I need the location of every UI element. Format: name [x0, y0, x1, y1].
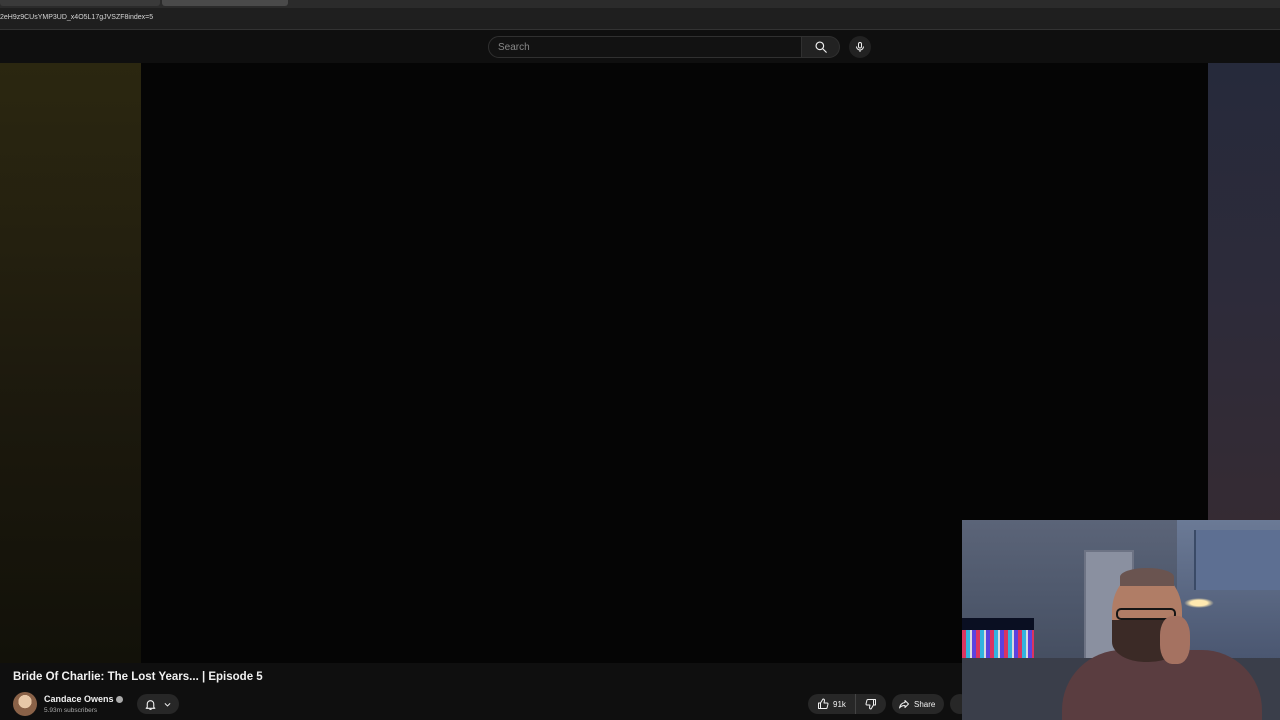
voice-search-button[interactable]: [849, 36, 871, 58]
subscribed-notifications-button[interactable]: [137, 694, 179, 714]
like-button[interactable]: 91k: [808, 694, 856, 714]
webcam-overlay: [962, 520, 1280, 720]
channel-name-row[interactable]: Candace Owens: [44, 694, 123, 704]
video-title: Bride Of Charlie: The Lost Years... | Ep…: [13, 671, 263, 683]
thumbs-down-icon: [865, 698, 876, 710]
webcam-kitchen-cabinet: [1194, 530, 1280, 590]
channel-name[interactable]: Candace Owens: [44, 694, 114, 704]
dislike-button[interactable]: [856, 694, 886, 714]
share-icon: [899, 700, 909, 709]
browser-tab-strip: [0, 0, 1280, 8]
address-bar-url[interactable]: 2eH9z9CUsYMP3UD_x4O5L17gJVSZF8index=5: [0, 14, 153, 21]
ambient-glow-right: [1208, 63, 1280, 523]
subscriber-count: 5.93m subscribers: [44, 707, 98, 714]
webcam-tv-screen: [962, 618, 1034, 658]
search-box[interactable]: [488, 36, 802, 58]
search-input[interactable]: [498, 40, 788, 55]
chevron-down-icon: [164, 702, 171, 707]
microphone-icon: [856, 42, 864, 52]
browser-tab-active[interactable]: [162, 0, 288, 6]
search-icon: [814, 41, 827, 53]
address-bar[interactable]: 2eH9z9CUsYMP3UD_x4O5L17gJVSZF8index=5: [0, 8, 1280, 30]
bell-icon: [145, 699, 156, 710]
ambient-glow-left: [0, 63, 141, 663]
webcam-person-hair: [1120, 568, 1174, 586]
youtube-header: [0, 31, 1280, 63]
channel-avatar[interactable]: [13, 692, 37, 716]
webcam-person-body: [1062, 650, 1262, 720]
verified-icon: [115, 696, 123, 704]
like-count: 91k: [833, 699, 846, 709]
thumbs-up-icon: [818, 698, 829, 710]
browser-tab[interactable]: [0, 0, 160, 6]
webcam-lamp: [1184, 598, 1214, 608]
share-button[interactable]: Share: [892, 694, 944, 714]
search-button[interactable]: [802, 36, 840, 58]
like-dislike-group: 91k: [808, 694, 886, 714]
share-label: Share: [914, 699, 936, 709]
webcam-person-hand: [1160, 616, 1190, 664]
